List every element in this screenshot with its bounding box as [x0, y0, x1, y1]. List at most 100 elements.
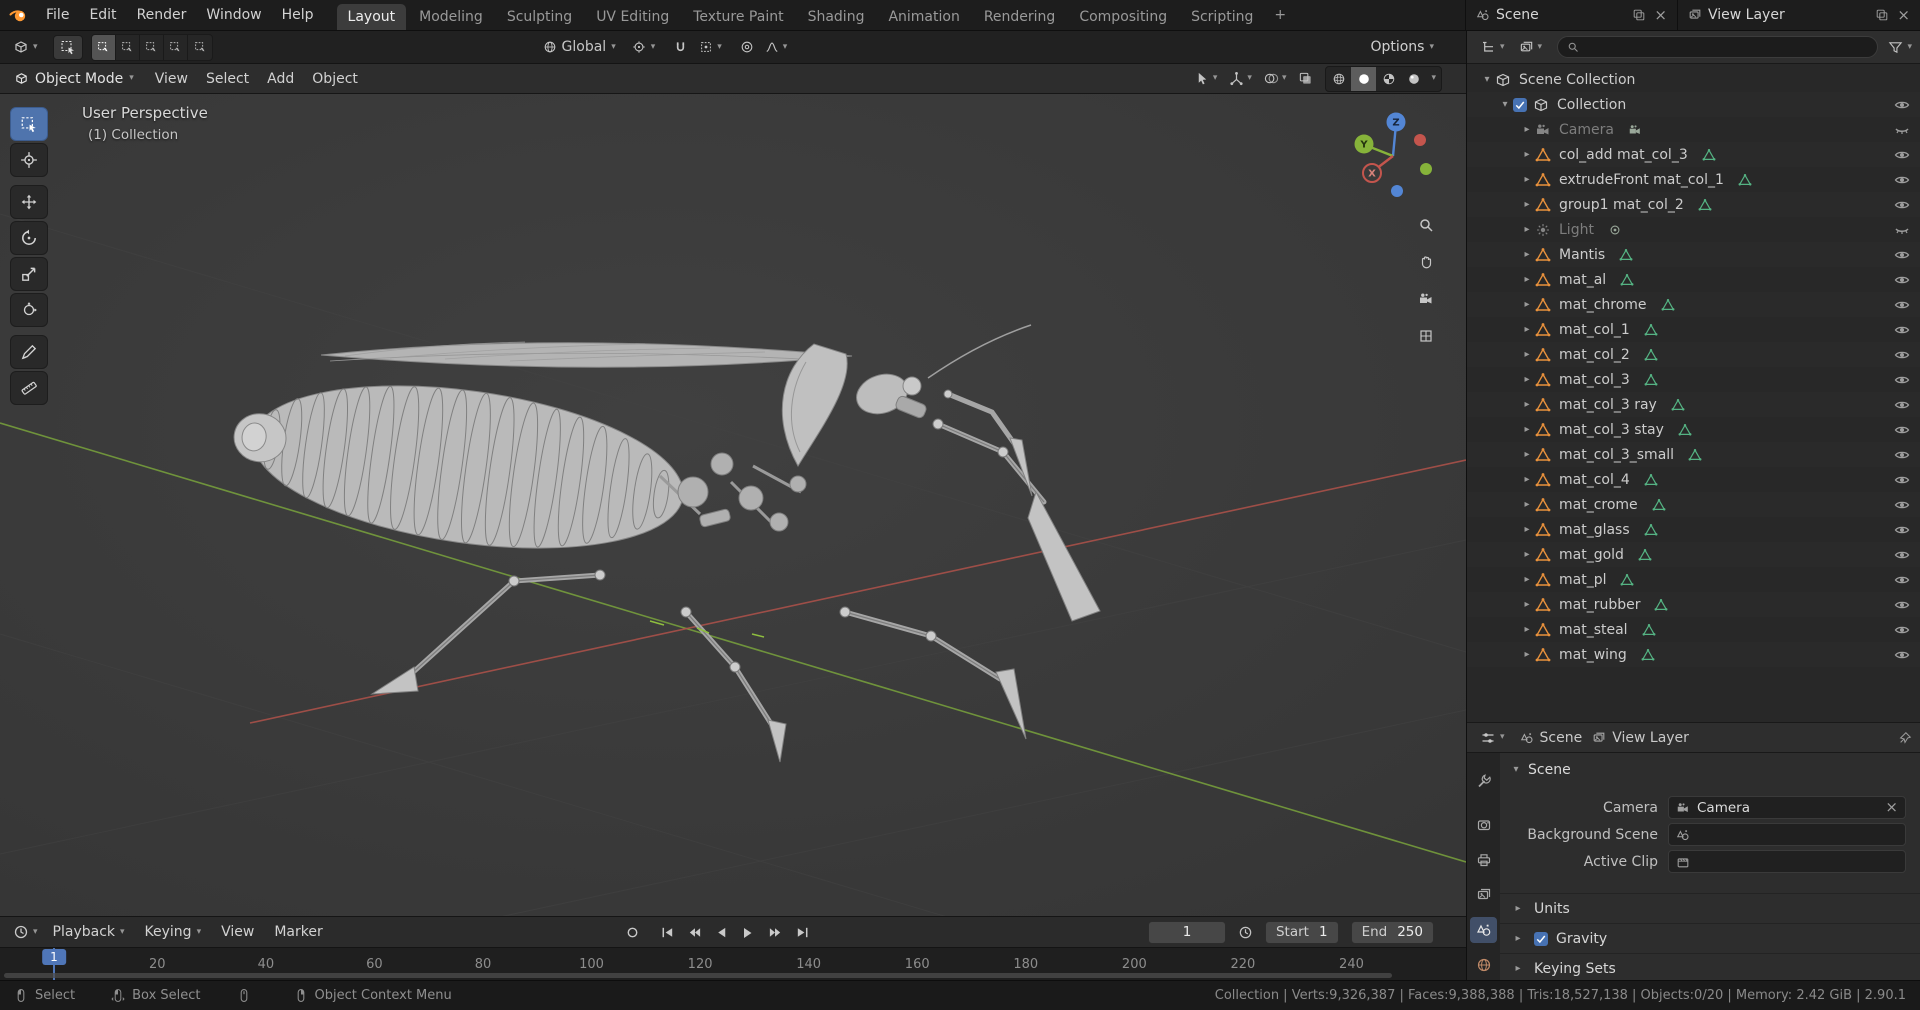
menu-item[interactable]: Marker: [264, 917, 332, 947]
visibility-eye-open-icon[interactable]: [1894, 397, 1910, 413]
visibility-eye-open-icon[interactable]: [1894, 147, 1910, 163]
menu-item[interactable]: View: [211, 917, 264, 947]
snap-magnet-toggle[interactable]: [673, 40, 688, 55]
search-input[interactable]: [1585, 39, 1869, 55]
expand-arrow-icon[interactable]: [1519, 425, 1535, 435]
outliner-row[interactable]: mat_col_1: [1467, 317, 1920, 342]
outliner-row[interactable]: Mantis: [1467, 242, 1920, 267]
expand-arrow-icon[interactable]: [1510, 904, 1526, 914]
outliner-row[interactable]: mat_crome: [1467, 492, 1920, 517]
menu-item[interactable]: Playback: [43, 917, 135, 947]
outliner-item-label[interactable]: mat_rubber: [1559, 597, 1640, 613]
visibility-eye-open-icon[interactable]: [1894, 372, 1910, 388]
playhead-frame-badge[interactable]: 1: [42, 949, 66, 965]
outliner-item-label[interactable]: mat_al: [1559, 272, 1606, 288]
outliner-item-label[interactable]: mat_col_3 ray: [1559, 397, 1657, 413]
visibility-eye-open-icon[interactable]: [1894, 322, 1910, 338]
workspace-tab[interactable]: Modeling: [408, 4, 494, 30]
tab-scene[interactable]: [1470, 917, 1497, 943]
outliner-row[interactable]: mat_chrome: [1467, 292, 1920, 317]
expand-arrow-icon[interactable]: [1519, 500, 1535, 510]
menu-item[interactable]: View: [146, 71, 197, 87]
mode-selector[interactable]: Object Mode: [6, 68, 142, 90]
outliner-row[interactable]: mat_gold: [1467, 542, 1920, 567]
menu-item[interactable]: Object: [303, 71, 367, 87]
outliner-item-label[interactable]: mat_glass: [1559, 522, 1630, 538]
collapse-arrow-icon[interactable]: [1479, 75, 1495, 85]
visibility-eye-open-icon[interactable]: [1894, 647, 1910, 663]
proportional-falloff-dropdown[interactable]: [765, 40, 788, 54]
outliner-search[interactable]: [1557, 36, 1879, 58]
menu-item[interactable]: Edit: [79, 0, 126, 30]
pivot-point-dropdown[interactable]: [632, 40, 656, 54]
expand-arrow-icon[interactable]: [1510, 964, 1526, 974]
outliner-item-label[interactable]: mat_pl: [1559, 572, 1606, 588]
play-button[interactable]: [738, 923, 758, 943]
cursor-tool-button[interactable]: [10, 143, 48, 177]
select-mode-subtract-button[interactable]: [140, 34, 164, 60]
visibility-eye-open-icon[interactable]: [1894, 572, 1910, 588]
active-clip-field[interactable]: [1668, 850, 1906, 873]
outliner-item-label[interactable]: mat_steal: [1559, 622, 1628, 638]
new-scene-icon[interactable]: [1632, 8, 1646, 22]
expand-arrow-icon[interactable]: [1510, 934, 1526, 944]
active-tool-icon[interactable]: [52, 34, 83, 60]
tab-tool[interactable]: [1470, 768, 1497, 794]
jump-to-end-button[interactable]: [792, 923, 812, 943]
pin-icon[interactable]: [1898, 731, 1912, 745]
outliner-row[interactable]: group1 mat_col_2: [1467, 192, 1920, 217]
outliner-row[interactable]: mat_col_3: [1467, 367, 1920, 392]
outliner-row[interactable]: mat_col_3_small: [1467, 442, 1920, 467]
outliner-item-label[interactable]: col_add mat_col_3: [1559, 147, 1688, 163]
outliner-item-label[interactable]: mat_col_3: [1559, 372, 1630, 388]
visibility-eye-open-icon[interactable]: [1894, 447, 1910, 463]
outliner-row[interactable]: mat_pl: [1467, 567, 1920, 592]
outliner-item-label[interactable]: Scene Collection: [1519, 72, 1635, 88]
breadcrumb-scene[interactable]: Scene: [1520, 730, 1582, 746]
tab-output[interactable]: [1470, 847, 1497, 873]
proportional-edit-toggle[interactable]: [740, 40, 754, 54]
gravity-checkbox[interactable]: [1534, 931, 1548, 946]
outliner-item-label[interactable]: mat_col_2: [1559, 347, 1630, 363]
expand-arrow-icon[interactable]: [1519, 550, 1535, 560]
menu-item[interactable]: Add: [258, 71, 303, 87]
outliner-item-label[interactable]: mat_gold: [1559, 547, 1624, 563]
outliner-row[interactable]: mat_col_3 ray: [1467, 392, 1920, 417]
auto-keying-record-button[interactable]: [622, 923, 642, 943]
snap-target-dropdown[interactable]: [699, 40, 722, 54]
workspace-tab[interactable]: Scripting: [1180, 4, 1264, 30]
expand-arrow-icon[interactable]: [1519, 525, 1535, 535]
outliner-row[interactable]: Collection: [1467, 92, 1920, 117]
expand-arrow-icon[interactable]: [1519, 575, 1535, 585]
xray-toggle[interactable]: [1298, 71, 1313, 86]
workspace-tab[interactable]: Rendering: [973, 4, 1067, 30]
outliner-item-label[interactable]: Camera: [1559, 122, 1614, 138]
collapse-arrow-icon[interactable]: [1508, 765, 1524, 775]
outliner-item-label[interactable]: mat_col_4: [1559, 472, 1630, 488]
unlink-scene-icon[interactable]: [1654, 8, 1667, 23]
visibility-eye-open-icon[interactable]: [1894, 497, 1910, 513]
outliner-row[interactable]: mat_wing: [1467, 642, 1920, 667]
visibility-eye-open-icon[interactable]: [1894, 197, 1910, 213]
visibility-eye-open-icon[interactable]: [1894, 347, 1910, 363]
expand-arrow-icon[interactable]: [1519, 625, 1535, 635]
gizmos-dropdown[interactable]: [1229, 71, 1252, 86]
visibility-eye-open-icon[interactable]: [1894, 272, 1910, 288]
visibility-eye-open-icon[interactable]: [1894, 247, 1910, 263]
menu-item[interactable]: File: [36, 0, 79, 30]
outliner-item-label[interactable]: mat_col_3_small: [1559, 447, 1674, 463]
expand-arrow-icon[interactable]: [1519, 200, 1535, 210]
outliner-row[interactable]: Light: [1467, 217, 1920, 242]
select-mode-intersect-button[interactable]: [188, 35, 212, 60]
scene-name[interactable]: Scene: [1496, 7, 1539, 23]
background-scene-field[interactable]: [1668, 823, 1906, 846]
outliner-item-label[interactable]: Mantis: [1559, 247, 1605, 263]
visibility-eye-closed-icon[interactable]: [1894, 222, 1910, 238]
measure-tool-button[interactable]: [10, 371, 48, 405]
scene-selector[interactable]: Scene: [1465, 0, 1677, 30]
outliner-row[interactable]: col_add mat_col_3: [1467, 142, 1920, 167]
view-layer-selector[interactable]: View Layer: [1677, 0, 1920, 30]
outliner-item-label[interactable]: mat_crome: [1559, 497, 1638, 513]
expand-arrow-icon[interactable]: [1519, 375, 1535, 385]
collection-checkbox[interactable]: [1513, 97, 1533, 112]
